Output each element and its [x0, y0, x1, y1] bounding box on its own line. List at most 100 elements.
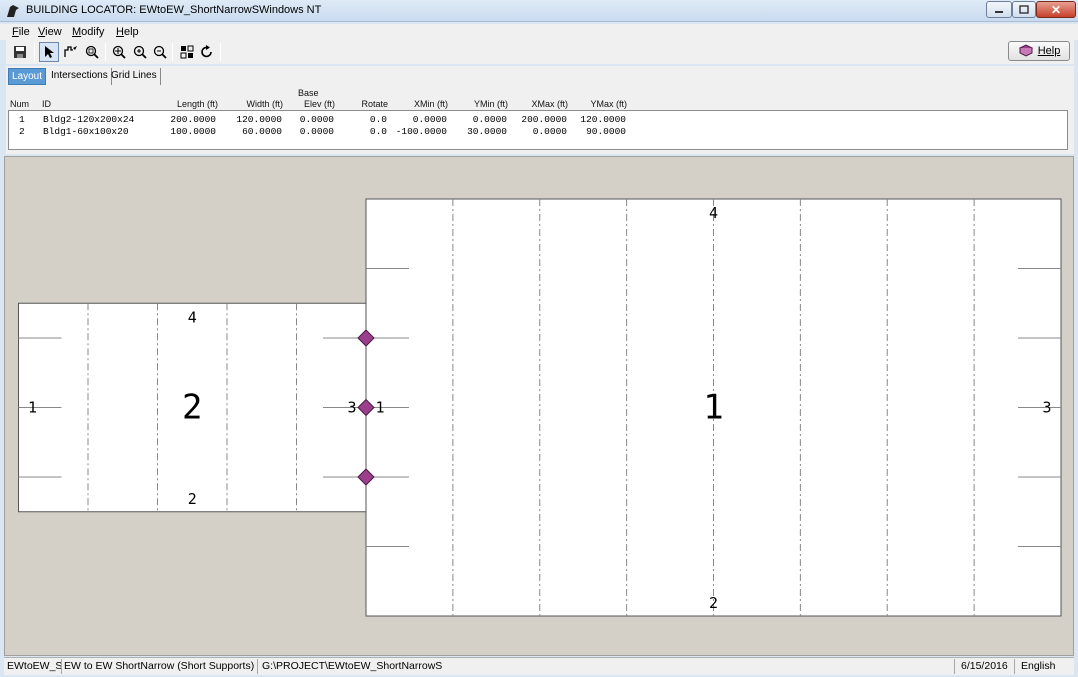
pan-icon	[64, 46, 77, 57]
grid-view-button[interactable]	[177, 42, 197, 62]
cell-ymin: 30.0000	[467, 126, 507, 137]
zoom-out-icon	[153, 45, 167, 59]
close-button[interactable]: ✕	[1036, 1, 1076, 18]
tab-grid-lines[interactable]: Grid Lines	[108, 68, 161, 85]
zoom-in-button[interactable]	[130, 42, 150, 62]
building-plan[interactable]: 1 4 2 1 3 2 4 2 1 3	[5, 157, 1073, 655]
zoom-extents-icon	[112, 45, 126, 59]
help-button[interactable]: Help	[1008, 41, 1070, 61]
minimize-icon	[995, 10, 1003, 13]
column-header-rotate: Rotate	[361, 99, 388, 109]
column-header-ymin: YMin (ft)	[473, 99, 508, 109]
cell-num: 1	[19, 114, 25, 125]
table-row[interactable]: 2 Bldg1-60x100x20 100.0000 60.0000 0.000…	[9, 126, 1067, 138]
status-separator	[1014, 659, 1015, 674]
maximize-button[interactable]	[1012, 1, 1036, 18]
zoom-window-button[interactable]	[82, 42, 102, 62]
tab-layout[interactable]: Layout	[8, 68, 47, 85]
toolbar-separator	[105, 43, 106, 61]
table-row[interactable]: 1 Bldg2-120x200x24 200.0000 120.0000 0.0…	[9, 114, 1067, 126]
side-label-left: 1	[375, 399, 384, 417]
column-header-id: ID	[42, 99, 51, 109]
column-header-num: Num	[10, 99, 30, 109]
minimize-button[interactable]	[986, 1, 1012, 18]
status-description: EW to EW ShortNarrow (Short Supports)	[64, 660, 254, 672]
side-label-bottom: 2	[709, 594, 718, 612]
building-1-number: 1	[703, 388, 723, 428]
menu-file[interactable]: File	[12, 26, 30, 38]
window-title: BUILDING LOCATOR: EWtoEW_ShortNarrowS	[26, 4, 260, 16]
cell-xmin: -100.0000	[395, 126, 447, 137]
zoom-window-icon	[85, 45, 99, 59]
column-header-width: Width (ft)	[246, 99, 283, 109]
cell-elev: 0.0000	[299, 126, 334, 137]
column-header-ymax: YMax (ft)	[590, 99, 627, 109]
cell-xmin: 0.0000	[412, 114, 447, 125]
menu-help[interactable]: Help	[116, 26, 139, 38]
pointer-icon	[45, 46, 54, 58]
menu-view[interactable]: View	[38, 26, 62, 38]
menu-bar: File View Modify Help	[0, 24, 1078, 40]
cell-rotate: 0.0	[369, 126, 387, 137]
status-bar: EWtoEW_Sh EW to EW ShortNarrow (Short Su…	[4, 657, 1074, 675]
cell-width: 60.0000	[242, 126, 282, 137]
cell-ymax: 120.0000	[580, 114, 626, 125]
toolbar-separator	[220, 43, 221, 61]
title-bar: BUILDING LOCATOR: EWtoEW_ShortNarrowS Wi…	[0, 0, 1078, 22]
side-label-left: 1	[28, 399, 37, 417]
status-path: G:\PROJECT\EWtoEW_ShortNarrowS	[262, 660, 443, 672]
side-label-top: 4	[709, 204, 718, 222]
zoom-extents-button[interactable]	[109, 42, 129, 62]
cell-id: Bldg2-120x200x24	[43, 114, 135, 125]
status-language: English	[1021, 660, 1056, 672]
close-icon: ✕	[1050, 2, 1062, 17]
refresh-icon	[201, 45, 212, 58]
cell-length: 200.0000	[170, 114, 216, 125]
os-label: Windows NT	[259, 4, 322, 16]
column-header-base: Base	[298, 88, 319, 98]
status-separator	[954, 659, 955, 674]
building-table[interactable]: 1 Bldg2-120x200x24 200.0000 120.0000 0.0…	[8, 110, 1068, 150]
column-header-elev: Elev (ft)	[303, 99, 335, 109]
save-button[interactable]	[10, 42, 30, 62]
building-table-panel: Layout Intersections Grid Lines Base Num…	[6, 66, 1074, 154]
status-separator	[257, 659, 258, 674]
layout-canvas[interactable]: 1 4 2 1 3 2 4 2 1 3	[4, 156, 1074, 656]
side-label-bottom: 2	[188, 490, 197, 508]
column-header-length: Length (ft)	[176, 99, 218, 109]
column-header-xmin: XMin (ft)	[413, 99, 448, 109]
maximize-icon	[1019, 5, 1029, 14]
side-label-right: 3	[1042, 399, 1051, 417]
cell-num: 2	[19, 126, 25, 137]
pan-button[interactable]	[61, 42, 81, 62]
side-label-top: 4	[188, 308, 197, 326]
zoom-in-icon	[133, 45, 147, 59]
side-label-right: 3	[347, 399, 356, 417]
pointer-button[interactable]	[39, 42, 59, 62]
refresh-button[interactable]	[197, 42, 217, 62]
cell-width: 120.0000	[236, 114, 282, 125]
cell-elev: 0.0000	[299, 114, 334, 125]
tab-intersections[interactable]: Intersections	[48, 68, 112, 85]
building-2-number: 2	[182, 388, 202, 428]
cell-xmax: 0.0000	[532, 126, 567, 137]
toolbar: Help	[6, 40, 1074, 64]
column-header-xmax: XMax (ft)	[531, 99, 568, 109]
cell-ymin: 0.0000	[472, 114, 507, 125]
cell-length: 100.0000	[170, 126, 216, 137]
cell-xmax: 200.0000	[521, 114, 567, 125]
status-separator	[61, 659, 62, 674]
toolbar-separator	[34, 43, 35, 61]
cell-rotate: 0.0	[369, 114, 387, 125]
status-short-name: EWtoEW_Sh	[7, 660, 62, 672]
zoom-out-button[interactable]	[150, 42, 170, 62]
help-button-label: Help	[1037, 45, 1061, 57]
status-date: 6/15/2016	[961, 660, 1008, 672]
grid-view-icon	[180, 45, 194, 59]
cell-id: Bldg1-60x100x20	[43, 126, 129, 137]
help-book-icon	[1018, 44, 1033, 57]
toolbar-separator	[172, 43, 173, 61]
cell-ymax: 90.0000	[586, 126, 626, 137]
app-icon	[7, 5, 19, 17]
menu-modify[interactable]: Modify	[72, 26, 104, 38]
